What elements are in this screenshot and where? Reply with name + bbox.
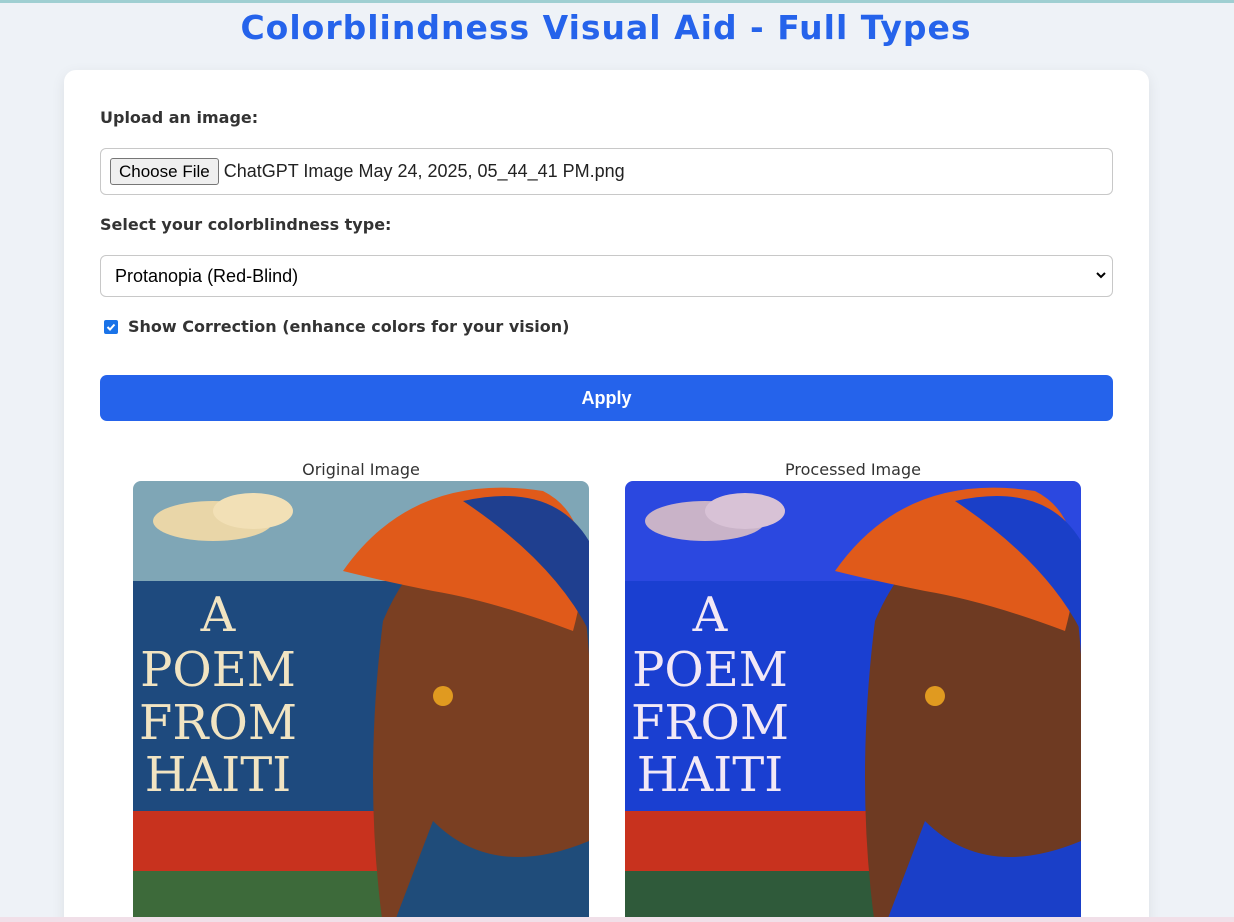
cover-line: A [200,587,237,643]
page-title: Colorblindness Visual Aid - Full Types [240,8,972,47]
cover-line: FROM [631,695,789,751]
cover-line: POEM [632,642,788,698]
processed-image: A POEM FROM HAITI [625,481,1081,922]
chevron-down-icon [1096,272,1106,279]
cover-line: POEM [140,642,296,698]
cover-line: HAITI [145,747,291,803]
apply-button[interactable]: Apply [100,375,1113,421]
selected-file-name: ChatGPT Image May 24, 2025, 05_44_41 PM.… [223,161,625,181]
correction-checkbox[interactable] [104,319,118,334]
original-image-caption: Original Image [302,460,420,479]
type-select-label: Select your colorblindness type: [100,215,392,234]
correction-label: Show Correction (enhance colors for your… [128,317,570,336]
window-bottom-edge [0,917,1234,922]
original-image: A POEM FROM HAITI [133,481,589,922]
colorblindness-type-select[interactable]: Protanopia (Red-Blind) [100,255,1113,297]
processed-image-caption: Processed Image [785,460,921,479]
selected-type-value: Protanopia (Red-Blind) [115,265,299,286]
checkmark-icon [106,323,116,331]
upload-label: Upload an image: [100,108,259,127]
main-card: Upload an image: Choose File ChatGPT Ima… [64,70,1149,922]
cover-line: HAITI [637,747,783,803]
cover-line: FROM [139,695,297,751]
file-input[interactable]: Choose File ChatGPT Image May 24, 2025, … [100,148,1113,195]
cover-line: A [692,587,729,643]
choose-file-button[interactable]: Choose File [110,158,219,185]
correction-toggle-row[interactable]: Show Correction (enhance colors for your… [104,317,569,336]
